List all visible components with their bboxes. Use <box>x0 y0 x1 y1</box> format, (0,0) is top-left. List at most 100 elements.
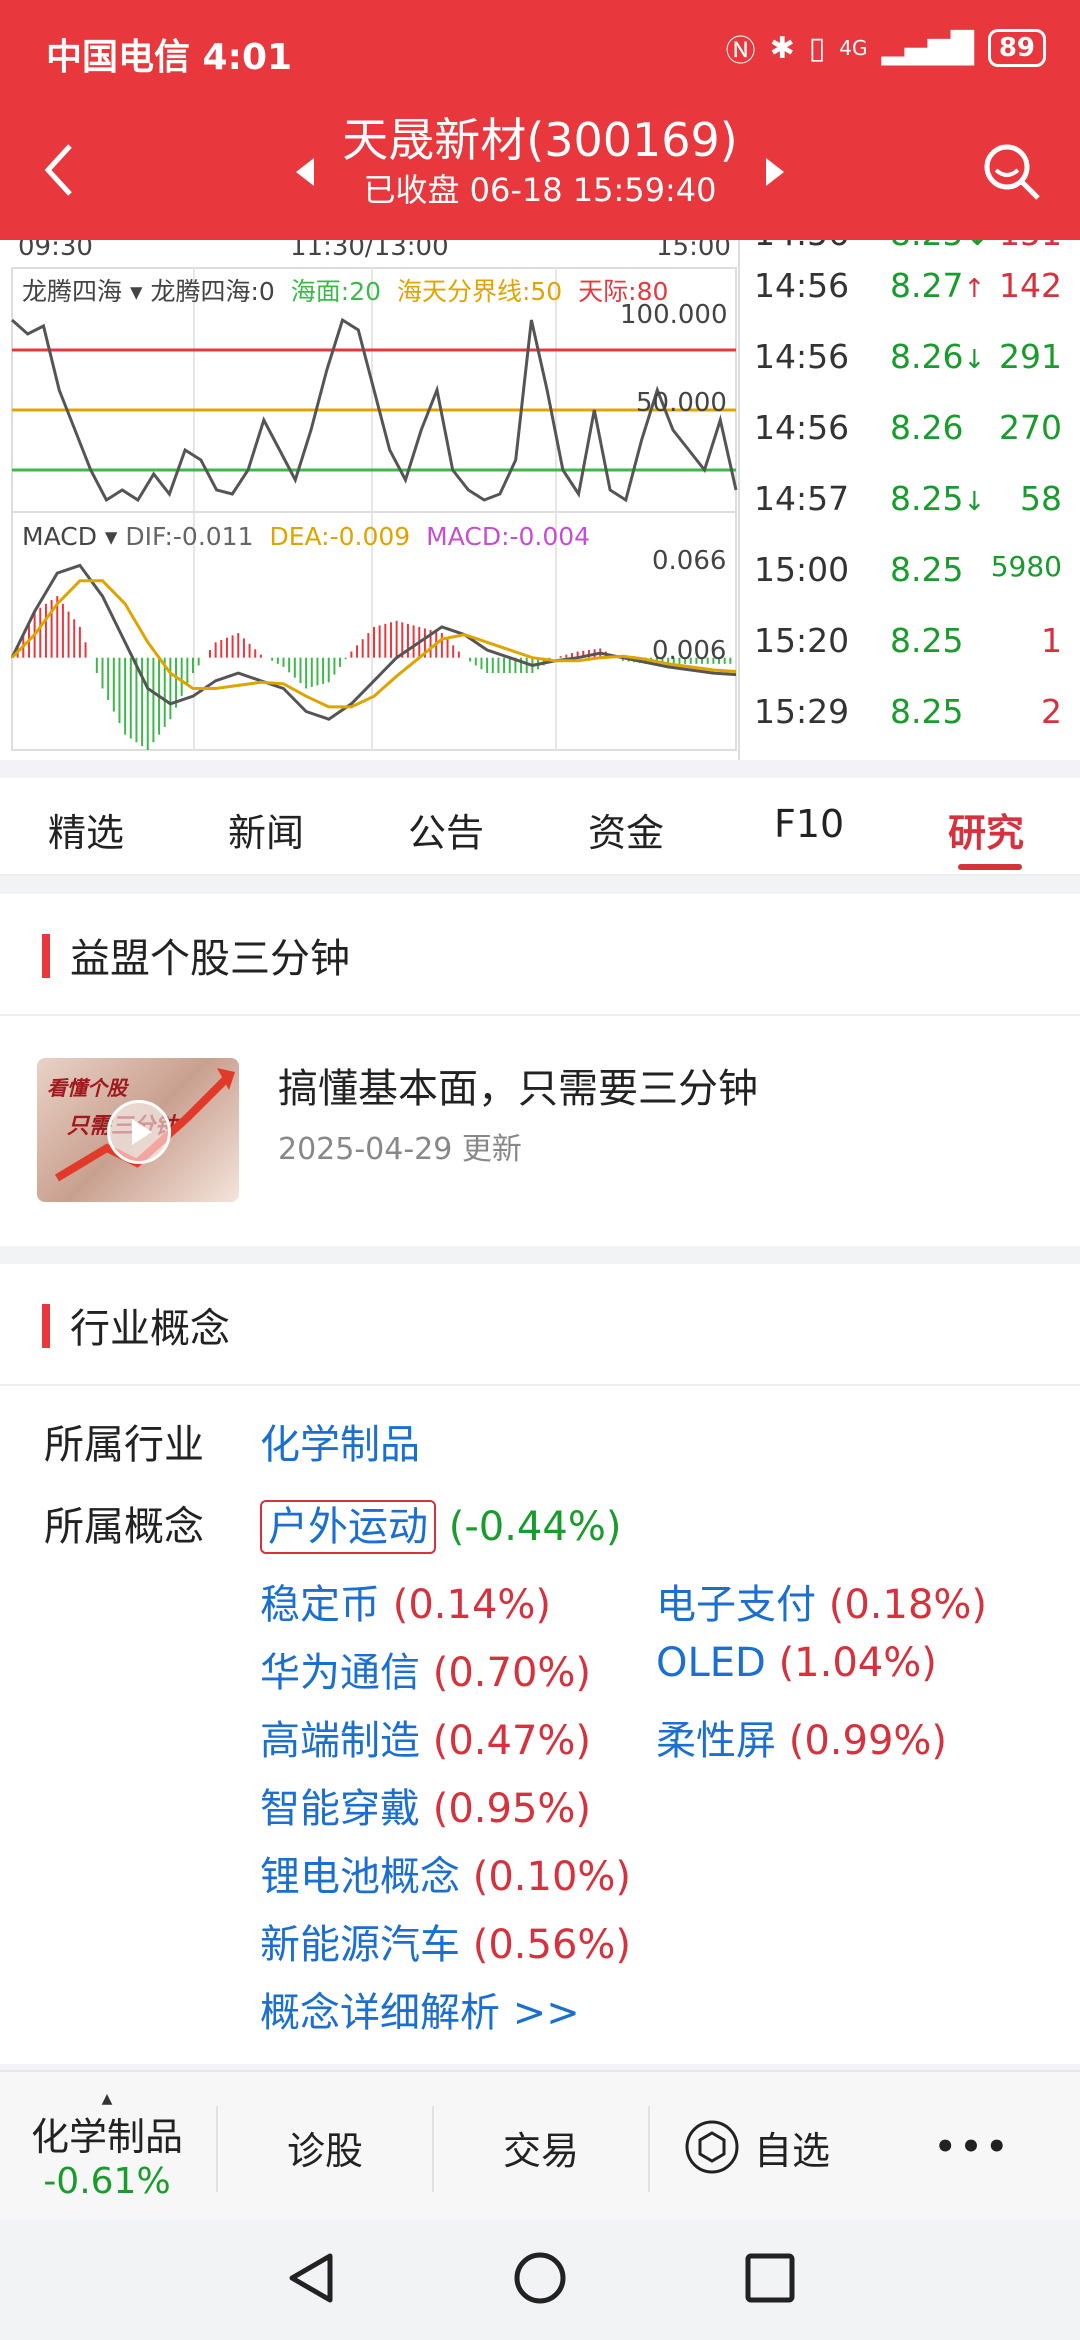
battery-icon: 89 <box>987 29 1046 67</box>
indicator-charts[interactable]: 09:30 11:30/13:00 15:00 龙腾四海 ▾ 龙腾四海:0 海面… <box>0 240 738 760</box>
video-date: 2025-04-29 更新 <box>278 1132 522 1167</box>
sector-name: 化学制品 <box>30 2115 183 2159</box>
tick-price: 8.25 <box>890 621 964 660</box>
tick-price: 8.25 <box>890 692 964 731</box>
search-icon[interactable] <box>980 140 1044 204</box>
concept-label: 所属概念 <box>44 1504 204 1550</box>
tick-time: 14:57 <box>754 479 850 518</box>
macd-dropdown-icon[interactable]: ▾ <box>97 522 125 551</box>
nfc-icon: Ⓝ <box>725 34 756 69</box>
section-title: 益盟个股三分钟 <box>70 936 350 982</box>
tick-time: 15:00 <box>754 550 850 589</box>
tick-price: 8.25↓ <box>890 479 986 518</box>
chart-frame <box>11 267 737 751</box>
nav-back-icon[interactable] <box>286 2250 336 2306</box>
stock-name: 天晟新材(300169) <box>342 113 738 167</box>
tick-row: 14:56 8.26↓ 291 <box>740 323 1080 393</box>
status-icons: Ⓝ ✱ ▯ 4G ▂▄▆█ 89 <box>726 26 1046 70</box>
market-status: 已收盘 06-18 15:59:40 <box>363 171 717 209</box>
indicator-axis-top: 100.000 <box>620 300 728 330</box>
legend-item-sea: 海面:20 <box>290 277 382 306</box>
tick-price: 8.26 <box>890 408 964 447</box>
legend-item-horizon: 海天分界线:50 <box>396 277 563 306</box>
tab-featured[interactable]: 精选 <box>48 802 124 857</box>
active-tab-indicator <box>958 864 1022 870</box>
concept-high-end-mfg[interactable]: 高端制造 (0.47%) <box>260 1708 591 1766</box>
tick-row: 14:56 8.27↑ 142 <box>740 252 1080 322</box>
tick-volume: 270 <box>999 408 1062 447</box>
carrier-time: 中国电信 4:01 <box>46 37 293 78</box>
down-arrow-icon: ↓ <box>963 487 986 517</box>
trade-button[interactable]: 交易 <box>434 2072 648 2222</box>
concept-wearables[interactable]: 智能穿戴 (0.95%) <box>260 1776 591 1834</box>
watchlist-icon <box>685 2120 739 2174</box>
tab-funds[interactable]: 资金 <box>588 802 664 857</box>
caret-up-icon: ▲ <box>101 2091 113 2107</box>
legend-item-main: 龙腾四海:0 <box>150 277 275 306</box>
diagnose-button[interactable]: 诊股 <box>218 2072 432 2222</box>
concept-outdoor[interactable]: 户外运动 (-0.44%) <box>260 1494 621 1554</box>
app-header: 中国电信 4:01 Ⓝ ✱ ▯ 4G ▂▄▆█ 89 天晟新材(300169) … <box>0 0 1080 240</box>
signal-icon: ▂▄▆█ <box>881 30 974 66</box>
stock-title: 天晟新材(300169) 已收盘 06-18 15:59:40 <box>300 112 780 212</box>
macd-dif: DIF:-0.011 <box>125 522 254 551</box>
concept-e-payment[interactable]: 电子支付 (0.18%) <box>656 1572 987 1630</box>
up-arrow-icon: ↑ <box>963 274 986 304</box>
tick-list[interactable]: 14:568.25↓151 14:568.27↑14214:568.26↓291… <box>738 240 1080 760</box>
tab-news[interactable]: 新闻 <box>228 802 304 857</box>
tab-announcements[interactable]: 公告 <box>408 802 484 857</box>
industry-concepts-section: 行业概念 所属行业 化学制品 所属概念 户外运动 (-0.44%) 稳定币 (0… <box>0 1264 1080 2064</box>
section-header: 益盟个股三分钟 <box>0 894 1080 1016</box>
watchlist-button[interactable]: 自选 <box>650 2072 864 2222</box>
three-minute-section: 益盟个股三分钟 看懂个股 只需三分钟 搞懂基本面，只需要三分钟 2025-04-… <box>0 894 1080 1246</box>
concept-nev[interactable]: 新能源汽车 (0.56%) <box>260 1912 631 1970</box>
concept-lithium[interactable]: 锂电池概念 (0.10%) <box>260 1844 631 1902</box>
tick-time: 14:56 <box>754 337 850 376</box>
tick-time: 15:29 <box>754 692 850 731</box>
indicator-axis-mid: 50.000 <box>636 388 727 418</box>
nav-home-icon[interactable] <box>512 2250 568 2306</box>
sector-change: -0.61% <box>43 2161 171 2202</box>
dropdown-icon[interactable]: ▾ <box>122 277 150 306</box>
tab-f10[interactable]: F10 <box>774 802 844 846</box>
macd-dea: DEA:-0.009 <box>269 522 411 551</box>
chart-area: 09:30 11:30/13:00 15:00 龙腾四海 ▾ 龙腾四海:0 海面… <box>0 240 1080 760</box>
industry-link[interactable]: 化学制品 <box>260 1412 420 1470</box>
more-icon[interactable]: ••• <box>866 2072 1080 2222</box>
macd-axis-top: 0.066 <box>652 546 727 576</box>
down-arrow-icon: ↓ <box>963 345 986 375</box>
video-thumbnail[interactable]: 看懂个股 只需三分钟 <box>37 1058 239 1202</box>
nav-recents-icon[interactable] <box>744 2252 796 2304</box>
tick-volume: 291 <box>999 337 1062 376</box>
tick-time: 14:56 <box>754 408 850 447</box>
macd-name: MACD <box>22 522 97 551</box>
content-tabs: 精选 新闻 公告 资金 F10 研究 <box>0 778 1080 876</box>
industry-label: 所属行业 <box>44 1422 204 1468</box>
section-accent <box>42 1304 50 1348</box>
tick-price: 8.26↓ <box>890 337 986 376</box>
next-stock-icon[interactable] <box>766 158 784 186</box>
tick-volume: 142 <box>999 266 1062 305</box>
status-bar: 中国电信 4:01 Ⓝ ✱ ▯ 4G ▂▄▆█ 89 <box>0 0 1080 100</box>
indicator-legend: 龙腾四海 ▾ 龙腾四海:0 海面:20 海天分界线:50 天际:80 <box>22 272 668 308</box>
system-navigation <box>0 2220 1080 2340</box>
section-accent <box>42 934 50 978</box>
sector-button[interactable]: ▲ 化学制品 -0.61% <box>0 2072 214 2222</box>
concept-oled[interactable]: OLED (1.04%) <box>656 1640 937 1686</box>
video-title[interactable]: 搞懂基本面，只需要三分钟 <box>278 1056 758 1114</box>
tick-volume: 2 <box>1041 692 1062 731</box>
concept-stablecoin[interactable]: 稳定币 (0.14%) <box>260 1572 551 1630</box>
section-title-concepts: 行业概念 <box>70 1306 230 1352</box>
watchlist-label: 自选 <box>753 2128 830 2173</box>
concept-huawei[interactable]: 华为通信 (0.70%) <box>260 1640 591 1698</box>
tick-price: 8.27↑ <box>890 266 986 305</box>
play-icon[interactable] <box>107 1100 171 1164</box>
concept-flexible-screen[interactable]: 柔性屏 (0.99%) <box>656 1708 947 1766</box>
concept-detail-link[interactable]: 概念详细解析 >> <box>260 1980 580 2038</box>
tick-volume: 1 <box>1041 621 1062 660</box>
tab-research[interactable]: 研究 <box>948 802 1024 857</box>
macd-legend: MACD ▾ DIF:-0.011 DEA:-0.009 MACD:-0.004 <box>22 522 590 551</box>
tick-time: 14:56 <box>754 266 850 305</box>
back-icon[interactable] <box>40 140 80 200</box>
macd-axis-mid: 0.006 <box>652 636 727 666</box>
